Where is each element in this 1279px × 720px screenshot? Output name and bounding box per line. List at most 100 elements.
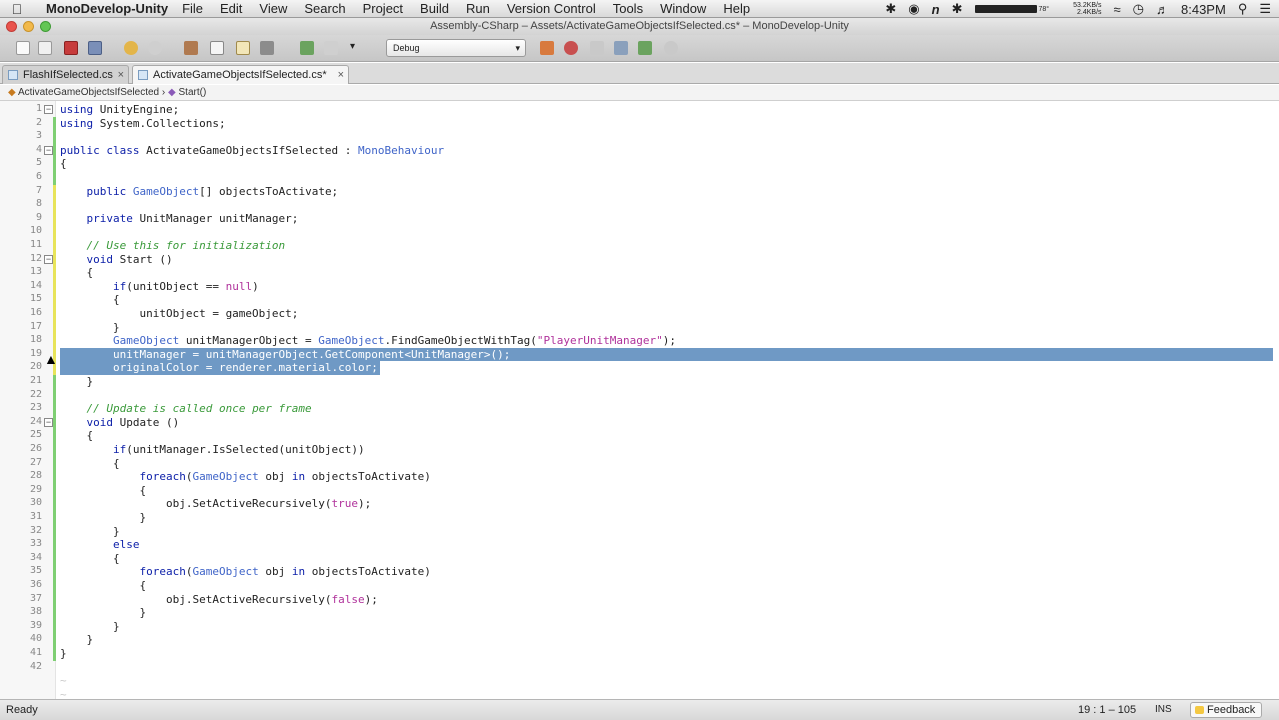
menu-edit[interactable]: Edit	[220, 1, 242, 16]
code-line[interactable]: {	[60, 457, 120, 471]
code-line[interactable]: private UnitManager unitManager;	[60, 212, 299, 226]
close-tab-icon[interactable]: ×	[118, 66, 124, 84]
delete-icon[interactable]	[260, 41, 274, 55]
code-line[interactable]: }	[60, 375, 93, 389]
breadcrumb-class[interactable]: ActivateGameObjectsIfSelected	[18, 87, 159, 98]
fold-toggle-icon[interactable]: −	[44, 417, 53, 427]
code-line[interactable]: else	[60, 538, 140, 552]
code-line[interactable]: {	[60, 157, 67, 171]
run-dropdown-chevron-down-icon[interactable]: ▾	[350, 41, 355, 52]
fold-toggle-icon[interactable]: −	[44, 105, 53, 114]
step-over-icon[interactable]	[590, 41, 604, 55]
code-line[interactable]: foreach(GameObject obj in objectsToActiv…	[60, 565, 430, 579]
code-line[interactable]: // Use this for initialization	[60, 239, 286, 253]
menu-run[interactable]: Run	[466, 1, 490, 16]
feedback-button[interactable]: Feedback	[1190, 702, 1263, 718]
code-line[interactable]: using System.Collections;	[60, 117, 226, 131]
code-line[interactable]: obj.SetActiveRecursively(true);	[60, 497, 371, 511]
fold-toggle-icon[interactable]: −	[44, 145, 53, 155]
tab-activate-game-objects[interactable]: ActivateGameObjectsIfSelected.cs* ×	[132, 65, 349, 84]
menu-project[interactable]: Project	[363, 1, 403, 16]
network-stats[interactable]: 53.2KB/s 2.4KB/s	[1061, 2, 1101, 16]
code-line[interactable]: unitManager = unitManagerObject.GetCompo…	[60, 348, 510, 362]
copy-icon[interactable]	[210, 41, 224, 55]
time-machine-icon[interactable]: ◷	[1133, 1, 1144, 17]
code-line[interactable]: }	[60, 321, 120, 335]
configuration-select[interactable]: Debug ▾	[386, 39, 526, 57]
menu-view[interactable]: View	[259, 1, 287, 16]
code-line[interactable]: foreach(GameObject obj in objectsToActiv…	[60, 470, 430, 484]
paste-icon[interactable]	[236, 41, 250, 55]
code-line[interactable]: {	[60, 293, 120, 307]
fold-toggle-icon[interactable]: −	[44, 254, 53, 264]
debug-attach-icon[interactable]	[540, 41, 554, 55]
code-line[interactable]: void Start ()	[60, 253, 173, 267]
code-line[interactable]: {	[60, 579, 146, 593]
code-line[interactable]: {	[60, 429, 93, 443]
close-window-button[interactable]	[6, 21, 17, 32]
menu-build[interactable]: Build	[420, 1, 449, 16]
open-file-icon[interactable]	[38, 41, 52, 55]
spotlight-search-icon[interactable]: ⚲	[1238, 1, 1248, 17]
menu-file[interactable]: File	[182, 1, 203, 16]
undo-icon[interactable]	[124, 41, 138, 55]
code-line[interactable]: {	[60, 266, 93, 280]
shield-status-icon[interactable]: ◉	[908, 1, 919, 17]
step-out-icon[interactable]	[638, 41, 652, 55]
save-all-icon[interactable]	[88, 41, 102, 55]
run-icon[interactable]	[324, 41, 338, 55]
code-editor[interactable]: 1−2 3 4−5 6 7 8 9 10 11 12−13 14 15 16 17 18 19 20 21 22 23…	[0, 101, 1279, 701]
breadcrumb-method[interactable]: Start()	[179, 87, 207, 98]
build-icon[interactable]	[300, 41, 314, 55]
menu-version-control[interactable]: Version Control	[507, 1, 596, 16]
step-into-icon[interactable]	[614, 41, 628, 55]
code-line[interactable]: }	[60, 511, 146, 525]
code-line[interactable]: if(unitObject == null)	[60, 280, 259, 294]
menu-search[interactable]: Search	[304, 1, 345, 16]
code-line[interactable]: public GameObject[] objectsToActivate;	[60, 185, 339, 199]
code-line[interactable]: originalColor = renderer.material.color;	[60, 361, 378, 375]
menu-window[interactable]: Window	[660, 1, 706, 16]
n-status-icon[interactable]: n	[932, 2, 940, 17]
clock[interactable]: 8:43PM	[1181, 2, 1226, 17]
line-number: 27	[29, 456, 42, 468]
wifi-icon[interactable]: ≈	[1114, 2, 1121, 17]
zoom-window-button[interactable]	[40, 21, 51, 32]
code-line[interactable]: {	[60, 484, 146, 498]
app-menu[interactable]: MonoDevelop-Unity	[46, 1, 168, 16]
tab-flash-if-selected[interactable]: FlashIfSelected.cs ×	[2, 65, 129, 84]
line-number: 20	[29, 361, 42, 373]
breakpoint-icon[interactable]	[564, 41, 578, 55]
code-line[interactable]: GameObject unitManagerObject = GameObjec…	[60, 334, 676, 348]
change-marker	[53, 633, 56, 647]
code-line[interactable]: obj.SetActiveRecursively(false);	[60, 593, 378, 607]
code-line[interactable]: void Update ()	[60, 416, 180, 430]
code-line[interactable]: }	[60, 606, 146, 620]
menu-tools[interactable]: Tools	[613, 1, 643, 16]
code-line[interactable]: }	[60, 620, 120, 634]
close-tab-icon[interactable]: ×	[338, 66, 344, 84]
line-number-gutter[interactable]: 1−2 3 4−5 6 7 8 9 10 11 12−13 14 15 16 17 18 19 20 21 22 23…	[0, 101, 56, 699]
code-line[interactable]: if(unitManager.IsSelected(unitObject))	[60, 443, 365, 457]
code-line[interactable]: }	[60, 633, 93, 647]
cut-icon[interactable]	[184, 41, 198, 55]
apple-menu-icon[interactable]: 	[0, 1, 34, 17]
code-line[interactable]: public class ActivateGameObjectsIfSelect…	[60, 144, 444, 158]
battery-bar[interactable]	[974, 5, 1037, 13]
new-file-icon[interactable]	[16, 41, 30, 55]
volume-icon[interactable]: ♬	[1156, 2, 1169, 17]
code-line[interactable]: using UnityEngine;	[60, 103, 179, 117]
code-line[interactable]: {	[60, 552, 120, 566]
bluetooth-icon[interactable]: ✱	[952, 1, 963, 17]
minimize-window-button[interactable]	[23, 21, 34, 32]
gear-status-icon[interactable]: ✱	[885, 1, 896, 17]
save-icon[interactable]	[64, 41, 78, 55]
code-line[interactable]: // Update is called once per frame	[60, 402, 312, 416]
notification-center-icon[interactable]: ☰	[1259, 1, 1271, 17]
code-line[interactable]: }	[60, 525, 120, 539]
code-line[interactable]: unitObject = gameObject;	[60, 307, 298, 321]
code-line[interactable]: }	[60, 647, 67, 661]
menu-help[interactable]: Help	[723, 1, 750, 16]
redo-icon[interactable]	[148, 41, 162, 55]
stop-icon[interactable]	[664, 41, 678, 55]
